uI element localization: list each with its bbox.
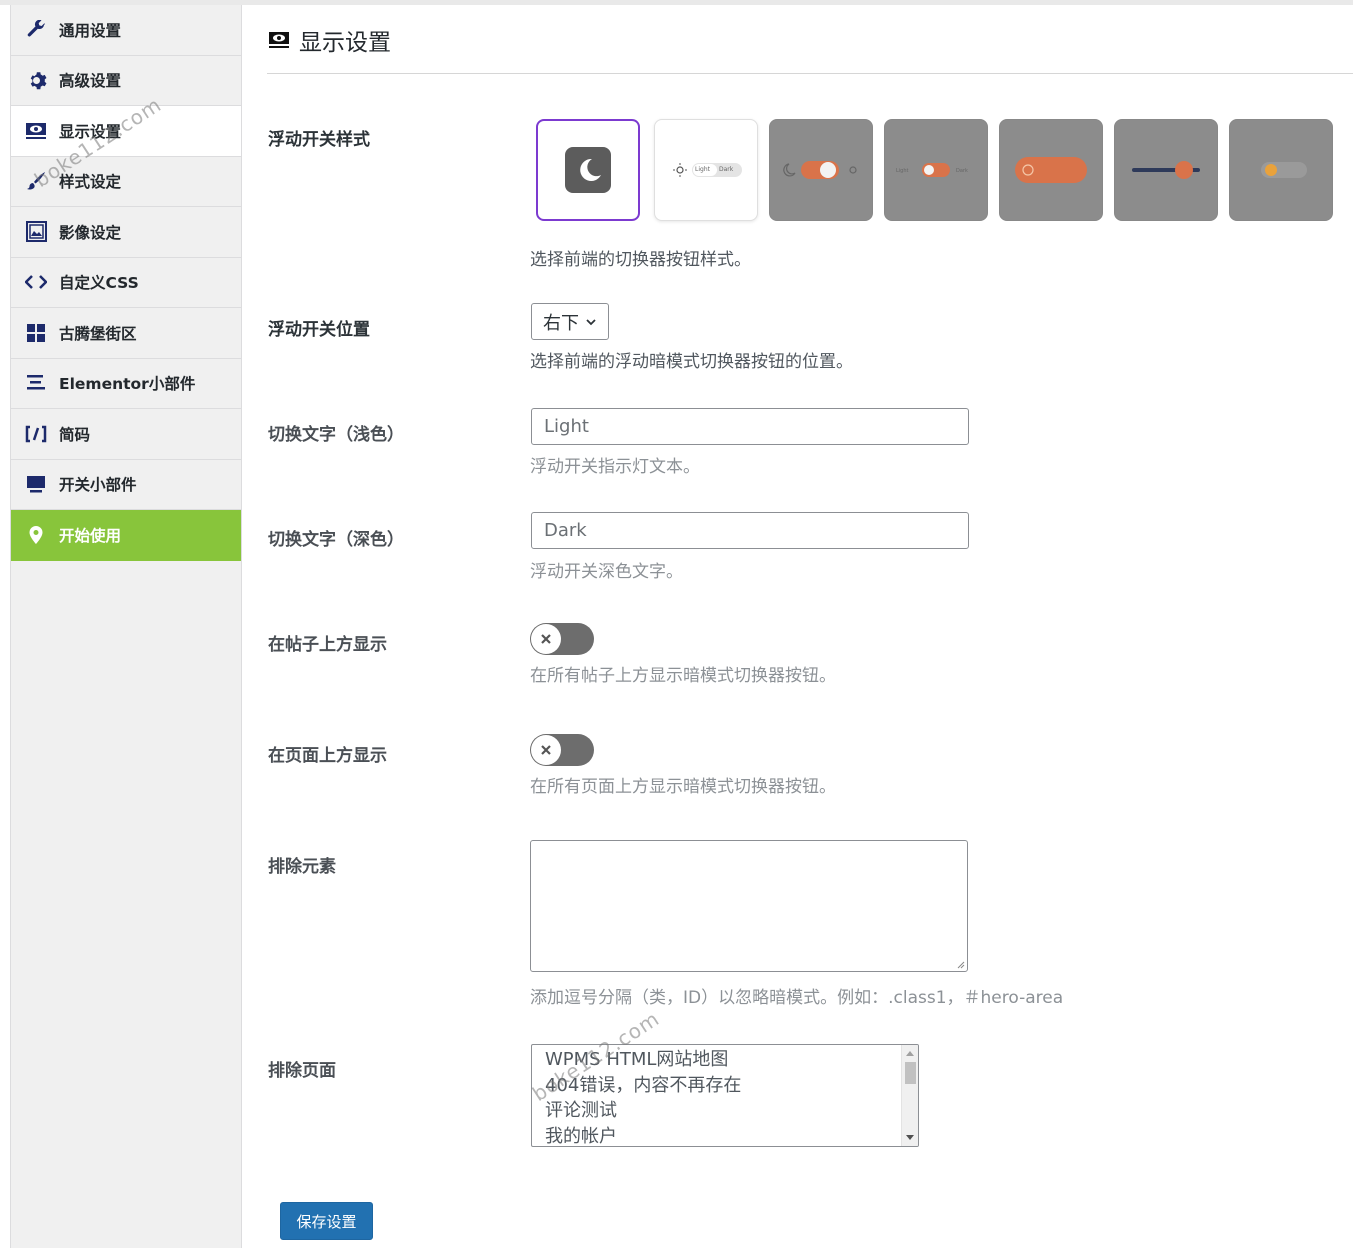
sidebar-item-elementor[interactable]: Elementor小部件 (11, 359, 241, 409)
switch-style-option-5[interactable] (999, 119, 1103, 221)
sidebar-item-label: 自定义CSS (59, 274, 139, 293)
show-above-posts-label: 在帖子上方显示 (268, 635, 387, 655)
display-eye-icon (25, 120, 47, 142)
text-dark-input[interactable]: Dark (531, 512, 969, 549)
sidebar-item-label: 开关小部件 (59, 476, 137, 495)
image-icon (25, 221, 47, 243)
close-icon (541, 634, 551, 644)
switch-style-label: 浮动开关样式 (268, 130, 370, 150)
chevron-down-icon (586, 318, 596, 325)
list-item[interactable]: 我的帐户 (545, 1124, 741, 1147)
location-pin-icon (25, 524, 47, 546)
exclude-pages-options: WPMS HTML网站地图 404错误，内容不再存在 评论测试 我的帐户 (545, 1047, 741, 1147)
text-light-label: 切换文字（浅色） (268, 425, 404, 445)
monitor-icon (25, 473, 47, 495)
code-icon (25, 271, 47, 293)
sun-pill-icon (1015, 157, 1087, 183)
sidebar-item-general[interactable]: 通用设置 (11, 5, 241, 56)
text-dark-description: 浮动开关深色文字。 (530, 562, 683, 582)
exclude-pages-listbox[interactable]: WPMS HTML网站地图 404错误，内容不再存在 评论测试 我的帐户 (531, 1044, 919, 1147)
exclude-elements-description: 添加逗号分隔（类，ID）以忽略暗模式。例如：.class1，＃hero-area (530, 988, 1064, 1008)
switch-style-option-6[interactable] (1114, 119, 1218, 221)
text-light-input[interactable]: Light (531, 408, 969, 445)
scroll-down-arrow-icon[interactable] (906, 1135, 914, 1140)
sidebar-item-switch-widget[interactable]: 开关小部件 (11, 460, 241, 510)
sidebar-item-label: 影像设定 (59, 223, 122, 242)
switch-style-option-2[interactable]: Light Dark (654, 119, 758, 221)
text-dark-placeholder: Dark (544, 520, 587, 541)
show-above-pages-toggle[interactable] (530, 734, 594, 766)
slider-icon (1132, 161, 1200, 179)
scroll-up-arrow-icon[interactable] (906, 1051, 914, 1056)
switch-position-description: 选择前端的浮动暗模式切换器按钮的位置。 (530, 352, 853, 372)
sidebar-item-label: 显示设置 (59, 122, 122, 141)
sidebar-item-shortcode[interactable]: 简码 (11, 409, 241, 460)
sidebar-item-get-started[interactable]: 开始使用 (11, 510, 241, 561)
resize-grip-icon (957, 961, 965, 969)
page-header: 显示设置 (268, 23, 391, 57)
switch-style-option-3[interactable] (769, 119, 873, 221)
sidebar-item-label: 开始使用 (59, 527, 122, 546)
sidebar-item-label: 古腾堡街区 (59, 324, 137, 343)
show-above-pages-description: 在所有页面上方显示暗模式切换器按钮。 (530, 777, 836, 797)
save-settings-button[interactable]: 保存设置 (280, 1202, 373, 1240)
switch-style-option-1[interactable] (536, 119, 640, 221)
brush-icon (25, 170, 47, 192)
wrench-icon (25, 19, 47, 41)
sidebar-item-label: 高级设置 (59, 72, 122, 91)
option-dark-text: Dark (719, 166, 734, 173)
close-icon (541, 745, 551, 755)
option-light-text: Light (695, 166, 710, 173)
main-panel: 显示设置 浮动开关样式 Light Dark Light Dark 选择前端的切… (242, 5, 1353, 1248)
text-light-placeholder: Light (544, 416, 589, 437)
svg-text:Light: Light (896, 168, 909, 174)
list-item[interactable]: 404错误，内容不再存在 (545, 1073, 741, 1099)
sidebar-item-style[interactable]: 样式设定 (11, 157, 241, 207)
switch-position-value: 右下 (543, 312, 579, 334)
toggle-knob (531, 624, 561, 654)
exclude-elements-textarea[interactable] (530, 840, 968, 972)
exclude-elements-label: 排除元素 (268, 857, 336, 877)
show-above-posts-description: 在所有帖子上方显示暗模式切换器按钮。 (530, 666, 836, 686)
header-divider (267, 73, 1353, 74)
switch-style-option-4[interactable]: Light Dark (884, 119, 988, 221)
show-above-posts-toggle[interactable] (530, 623, 594, 655)
settings-sidebar: 通用设置 高级设置 显示设置 样式设定 影像设定 自定义CSS 古腾堡街区 El… (10, 5, 242, 1248)
light-dark-toggle-icon: Light Dark (896, 163, 968, 177)
blocks-icon (25, 322, 47, 344)
sun-toggle-icon (1261, 162, 1307, 178)
gear-icon (25, 69, 47, 91)
sidebar-item-custom-css[interactable]: 自定义CSS (11, 258, 241, 308)
show-above-pages-label: 在页面上方显示 (268, 746, 387, 766)
moon-sun-toggle-icon (783, 161, 857, 179)
toggle-knob (531, 735, 561, 765)
page-title: 显示设置 (299, 30, 391, 56)
elementor-icon (25, 372, 47, 394)
text-dark-label: 切换文字（深色） (268, 530, 404, 550)
switch-position-label: 浮动开关位置 (268, 320, 370, 340)
switch-style-description: 选择前端的切换器按钮样式。 (530, 250, 751, 270)
switch-style-option-7[interactable] (1229, 119, 1333, 221)
text-light-description: 浮动开关指示灯文本。 (530, 457, 700, 477)
moon-icon (565, 147, 611, 193)
sidebar-item-gutenberg[interactable]: 古腾堡街区 (11, 308, 241, 359)
svg-text:Dark: Dark (956, 168, 968, 174)
sidebar-item-label: Elementor小部件 (59, 375, 196, 394)
switch-position-select[interactable]: 右下 (531, 303, 609, 340)
scrollbar-thumb[interactable] (905, 1062, 916, 1084)
listbox-scrollbar[interactable] (901, 1045, 918, 1146)
sidebar-item-display[interactable]: 显示设置 (11, 106, 241, 157)
list-item[interactable]: 评论测试 (545, 1098, 741, 1124)
exclude-pages-label: 排除页面 (268, 1061, 336, 1081)
sidebar-item-label: 简码 (59, 425, 91, 444)
sidebar-item-label: 样式设定 (59, 173, 122, 192)
shortcode-icon (25, 423, 47, 445)
sidebar-item-label: 通用设置 (59, 21, 122, 40)
sidebar-item-advanced[interactable]: 高级设置 (11, 56, 241, 106)
sidebar-item-image[interactable]: 影像设定 (11, 207, 241, 258)
display-eye-icon (268, 30, 290, 50)
list-item[interactable]: WPMS HTML网站地图 (545, 1047, 741, 1073)
